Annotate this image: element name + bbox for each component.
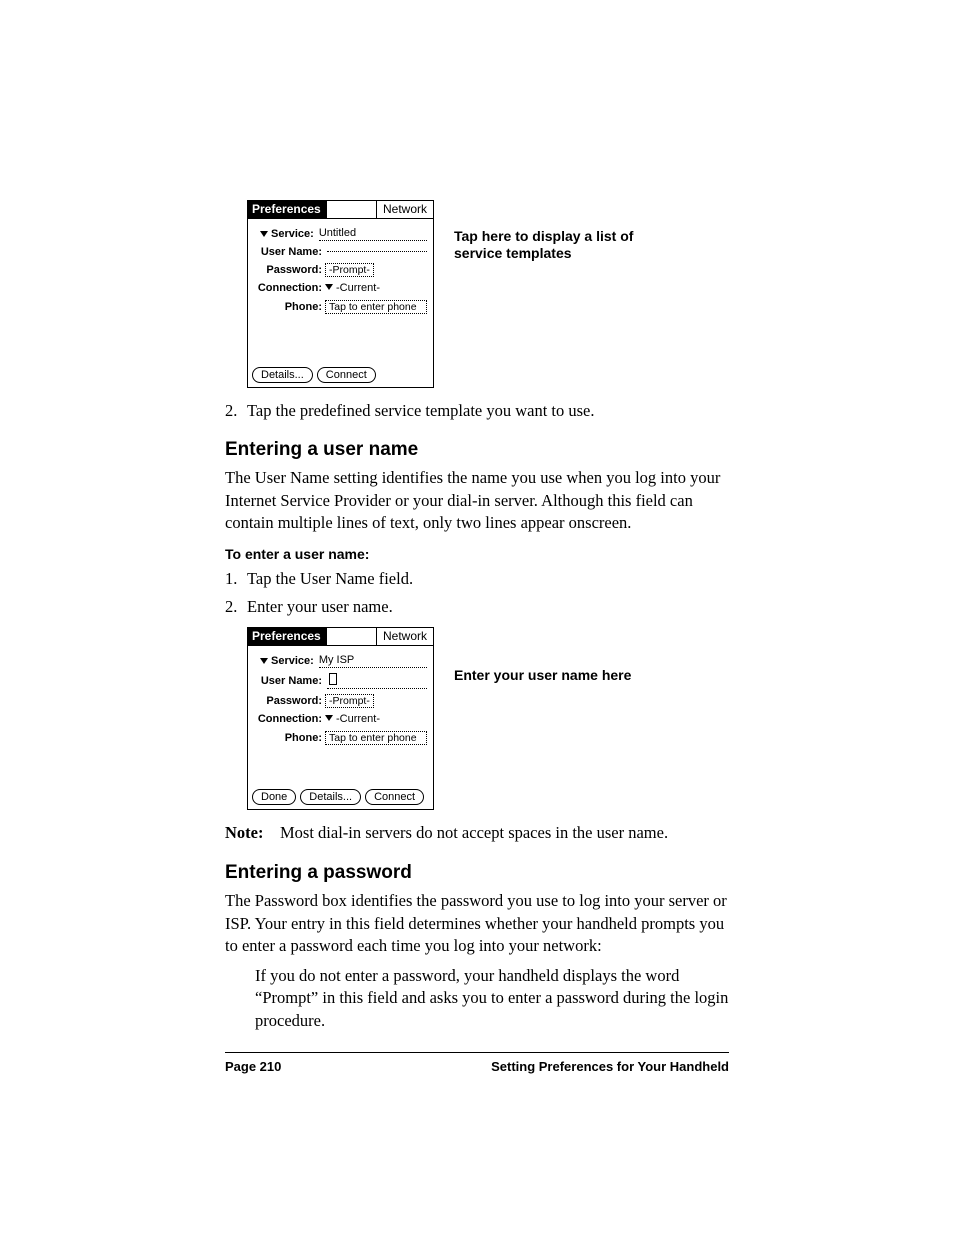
note-label: Note: (225, 822, 280, 844)
button-row: Done Details... Connect (248, 789, 428, 805)
service-label: Service: (271, 655, 317, 668)
service-row: Service: My ISP (254, 654, 427, 668)
username-row: User Name: (254, 673, 427, 690)
service-field[interactable]: Untitled (319, 227, 427, 241)
text-cursor-icon (329, 673, 337, 685)
phone-row: Phone: Tap to enter phone (254, 300, 427, 314)
done-button[interactable]: Done (252, 789, 296, 805)
list-number: 2. (225, 596, 247, 617)
figure-1-row: Preferences Network Service: Untitled Us… (225, 200, 729, 388)
password-row: Password: -Prompt- (254, 263, 427, 277)
username-row: User Name: (254, 246, 427, 259)
body-paragraph: The User Name setting identifies the nam… (225, 467, 729, 534)
connect-button[interactable]: Connect (317, 367, 376, 383)
connection-dropdown[interactable]: -Current- (325, 713, 380, 726)
list-item: 1. Tap the User Name field. (225, 568, 729, 589)
password-field[interactable]: -Prompt- (325, 263, 374, 277)
figure-2-row: Preferences Network Service: My ISP User… (225, 627, 729, 810)
palm-screenshot-2: Preferences Network Service: My ISP User… (247, 627, 434, 810)
dropdown-icon[interactable] (260, 231, 268, 237)
phone-label: Phone: (254, 301, 325, 314)
connection-row: Connection: -Current- (254, 713, 427, 726)
subheading-enter-username: To enter a user name: (225, 546, 729, 562)
connection-dropdown[interactable]: -Current- (325, 282, 380, 295)
button-row: Details... Connect (248, 367, 380, 383)
password-label: Password: (254, 695, 325, 708)
connection-label: Connection: (254, 713, 325, 726)
body-paragraph: The Password box identifies the password… (225, 890, 729, 957)
figure-1-annotation: Tap here to display a list of service te… (454, 228, 634, 262)
connect-button[interactable]: Connect (365, 789, 424, 805)
chapter-title: Setting Preferences for Your Handheld (491, 1059, 729, 1074)
dropdown-icon[interactable] (260, 658, 268, 664)
window-title: Preferences (248, 628, 327, 645)
service-field[interactable]: My ISP (319, 654, 427, 668)
list-text: Tap the predefined service template you … (247, 400, 595, 421)
footer-rule (225, 1052, 729, 1053)
password-label: Password: (254, 264, 325, 277)
note-text: Most dial-in servers do not accept space… (280, 822, 668, 844)
connection-label: Connection: (254, 282, 325, 295)
chevron-down-icon (325, 284, 333, 290)
service-label: Service: (271, 228, 317, 241)
category-tab[interactable]: Network (376, 201, 433, 218)
page-number: Page 210 (225, 1059, 281, 1074)
phone-field[interactable]: Tap to enter phone (325, 300, 427, 314)
password-field[interactable]: -Prompt- (325, 694, 374, 708)
figure-2-annotation: Enter your user name here (454, 667, 631, 684)
connection-value: -Current- (336, 282, 380, 294)
connection-value: -Current- (336, 713, 380, 725)
note-row: Note: Most dial-in servers do not accept… (225, 822, 729, 844)
username-label: User Name: (254, 246, 325, 259)
palm-header: Preferences Network (248, 628, 433, 646)
phone-field[interactable]: Tap to enter phone (325, 731, 427, 745)
details-button[interactable]: Details... (300, 789, 361, 805)
phone-label: Phone: (254, 732, 325, 745)
palm-body: Service: My ISP User Name: Password: -Pr… (248, 646, 433, 754)
palm-screenshot-1: Preferences Network Service: Untitled Us… (247, 200, 434, 388)
palm-body: Service: Untitled User Name: Password: -… (248, 219, 433, 323)
palm-header: Preferences Network (248, 201, 433, 219)
list-item: 2. Tap the predefined service template y… (225, 400, 729, 421)
category-tab[interactable]: Network (376, 628, 433, 645)
window-title: Preferences (248, 201, 327, 218)
list-text: Tap the User Name field. (247, 568, 413, 589)
section-heading-password: Entering a password (225, 862, 729, 884)
username-label: User Name: (254, 675, 325, 688)
phone-row: Phone: Tap to enter phone (254, 731, 427, 745)
section-heading-username: Entering a user name (225, 439, 729, 461)
list-item: 2. Enter your user name. (225, 596, 729, 617)
indented-paragraph: If you do not enter a password, your han… (255, 965, 729, 1032)
page-footer: Page 210 Setting Preferences for Your Ha… (225, 1059, 729, 1074)
details-button[interactable]: Details... (252, 367, 313, 383)
chevron-down-icon (325, 715, 333, 721)
connection-row: Connection: -Current- (254, 282, 427, 295)
username-field[interactable] (327, 673, 427, 690)
service-row: Service: Untitled (254, 227, 427, 241)
list-number: 2. (225, 400, 247, 421)
username-field[interactable] (327, 251, 427, 252)
password-row: Password: -Prompt- (254, 694, 427, 708)
list-number: 1. (225, 568, 247, 589)
document-page: Preferences Network Service: Untitled Us… (0, 0, 954, 1174)
list-text: Enter your user name. (247, 596, 393, 617)
